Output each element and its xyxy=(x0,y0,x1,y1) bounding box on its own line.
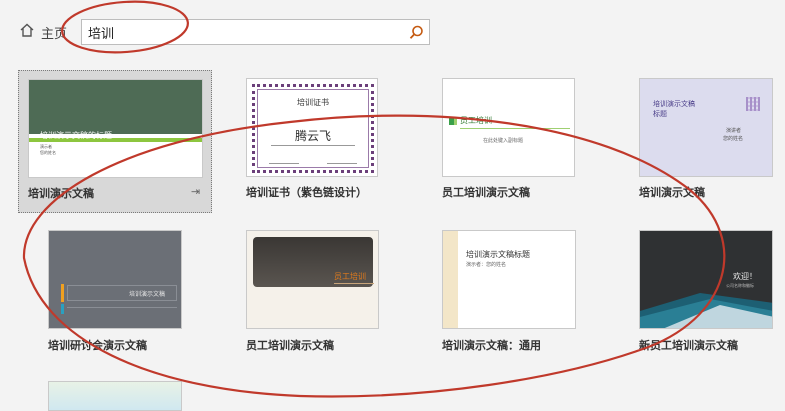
thumb-name: 腾云飞 xyxy=(294,129,331,143)
template-tile[interactable]: 培训演示文稿 标题 演讲者 您的姓名 培训演示文稿 xyxy=(632,70,785,210)
pin-icon[interactable]: ⇥ xyxy=(191,185,200,198)
template-tile[interactable]: 员工培训 在此处键入副标题 员工培训演示文稿 xyxy=(436,70,626,210)
home-icon xyxy=(19,22,35,42)
thumb-subtitle: 演示者：您的姓名 xyxy=(466,262,507,268)
thumb-subtitle: 公司名称和徽标 xyxy=(726,283,754,288)
search-input[interactable] xyxy=(82,20,402,44)
template-caption: 员工培训演示文稿 xyxy=(246,339,334,352)
template-thumbnail: 欢迎！ 公司名称和徽标 xyxy=(639,230,773,329)
thumb-subtitle: 在此处键入副标题 xyxy=(483,138,524,144)
template-tile[interactable]: 员工培训 员工培训演示文稿 xyxy=(238,222,428,352)
home-label: 主页 xyxy=(41,26,68,42)
thumb-title: 培训演示文稿 xyxy=(129,291,166,298)
thumb-title: 培训演示文稿 xyxy=(653,100,695,108)
template-caption: 培训演示文稿 xyxy=(639,186,705,199)
thumb-title: 培训演示文稿的标题 xyxy=(40,131,112,140)
template-tile[interactable]: 培训证书 腾云飞 培训证书（紫色链设计） xyxy=(238,70,428,210)
template-caption: 新员工培训演示文稿 xyxy=(639,339,738,352)
template-thumbnail: 员工培训 xyxy=(246,230,379,329)
template-caption: 培训证书（紫色链设计） xyxy=(246,186,367,199)
template-thumbnail: 员工培训 在此处键入副标题 xyxy=(442,78,575,177)
thumb-title: 标题 xyxy=(653,110,667,118)
template-caption: 员工培训演示文稿 xyxy=(442,186,530,199)
template-thumbnail: 培训演示文稿的标题 演示者 您的姓名 xyxy=(28,79,203,178)
thumb-title: 员工培训 xyxy=(460,116,492,125)
thumb-subtitle: 您的姓名 xyxy=(723,136,744,142)
search-box[interactable] xyxy=(81,19,430,45)
template-thumbnail: 培训演示文稿标题 演示者：您的姓名 xyxy=(442,230,576,329)
template-caption: 培训演示文稿：通用 xyxy=(442,339,541,352)
home-button[interactable]: 主页 xyxy=(19,21,67,43)
template-thumbnail: 培训证书 腾云飞 xyxy=(246,78,378,177)
template-tile[interactable]: 欢迎！ 公司名称和徽标 新员工培训演示文稿 xyxy=(632,222,785,352)
thumb-subtitle: 演讲者 xyxy=(726,128,742,134)
search-icon[interactable] xyxy=(408,24,425,41)
template-tile[interactable]: 培训演示文稿标题 演示者：您的姓名 培训演示文稿：通用 xyxy=(436,222,626,352)
template-tile[interactable] xyxy=(40,375,190,411)
thumb-title: 欢迎！ xyxy=(733,272,757,281)
thumb-subtitle: 您的姓名 xyxy=(40,150,56,155)
template-caption: 培训研讨会演示文稿 xyxy=(48,339,147,352)
template-thumbnail: 培训演示文稿 标题 演讲者 您的姓名 xyxy=(639,78,773,177)
thumb-title: 培训证书 xyxy=(297,98,329,107)
thumb-title: 培训演示文稿标题 xyxy=(466,250,530,259)
thumb-title: 员工培训 xyxy=(334,272,366,281)
template-tile[interactable]: 培训演示文稿 培训研讨会演示文稿 xyxy=(40,222,230,352)
template-tile[interactable]: 培训演示文稿的标题 演示者 您的姓名 培训演示文稿 ⇥ xyxy=(18,70,212,213)
template-thumbnail: 培训演示文稿 xyxy=(48,230,182,329)
template-thumbnail xyxy=(48,381,182,411)
template-caption: 培训演示文稿 xyxy=(28,187,94,200)
